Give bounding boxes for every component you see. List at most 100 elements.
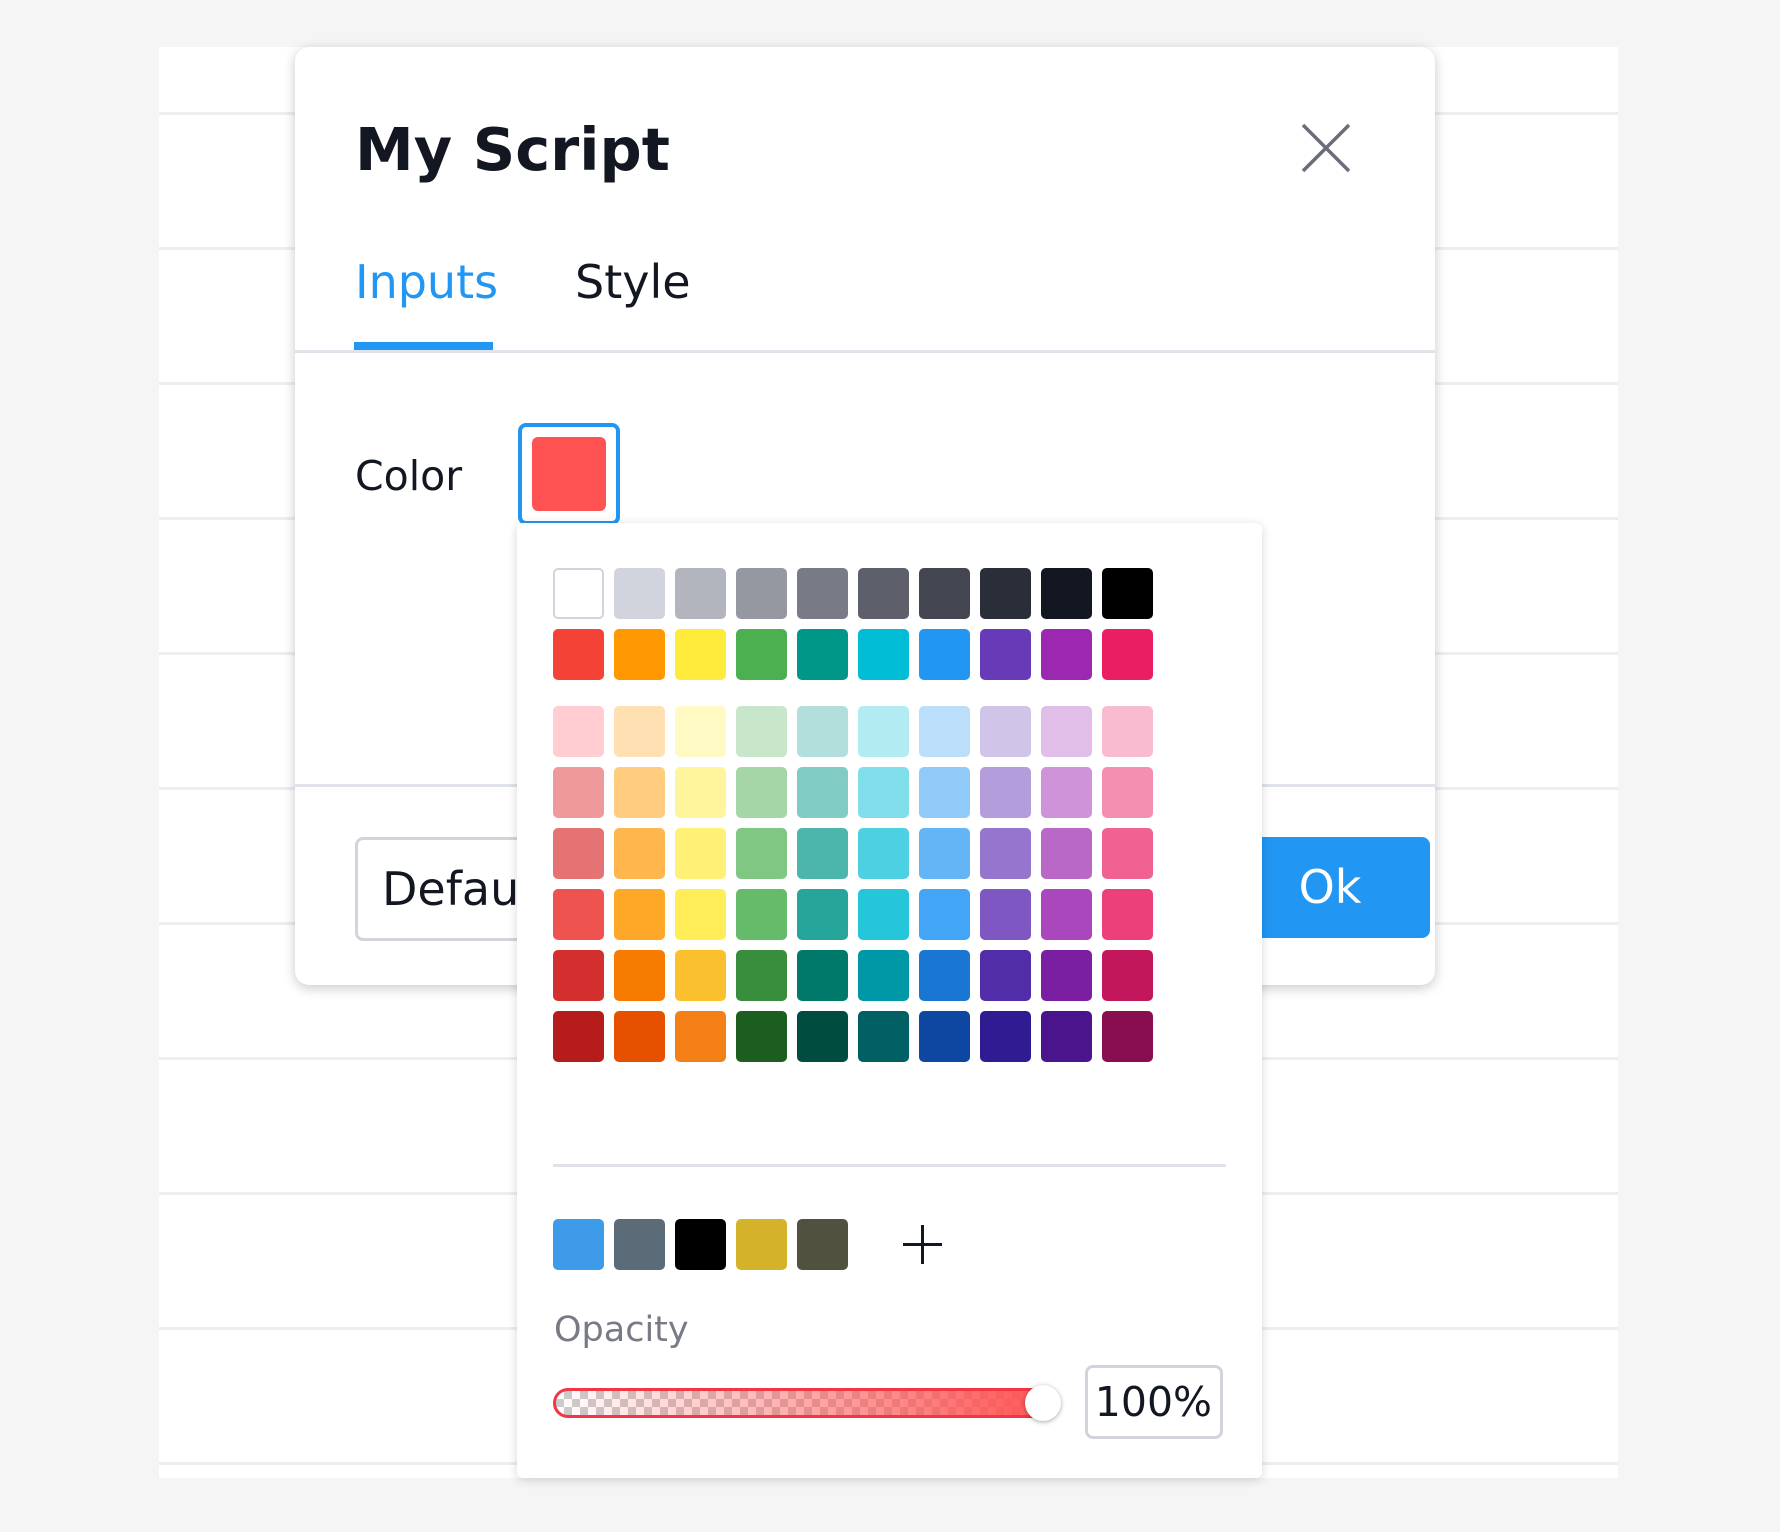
opacity-slider-thumb[interactable] xyxy=(1025,1385,1061,1421)
palette-swatch[interactable] xyxy=(675,767,726,818)
palette-swatch[interactable] xyxy=(553,568,604,619)
palette-swatch[interactable] xyxy=(614,568,665,619)
custom-color-swatch[interactable] xyxy=(797,1219,848,1270)
palette-swatch[interactable] xyxy=(553,950,604,1001)
palette-swatch[interactable] xyxy=(675,706,726,757)
custom-color-swatch[interactable] xyxy=(675,1219,726,1270)
palette-swatch[interactable] xyxy=(553,1011,604,1062)
palette-swatch[interactable] xyxy=(980,629,1031,680)
palette-swatch[interactable] xyxy=(675,950,726,1001)
palette-swatch[interactable] xyxy=(1102,828,1153,879)
palette-swatch[interactable] xyxy=(858,706,909,757)
palette-swatch[interactable] xyxy=(797,828,848,879)
palette-swatch[interactable] xyxy=(736,889,787,940)
palette-swatch[interactable] xyxy=(797,568,848,619)
palette-swatch[interactable] xyxy=(675,1011,726,1062)
palette-swatch[interactable] xyxy=(797,1011,848,1062)
palette-swatch[interactable] xyxy=(614,828,665,879)
palette-swatch[interactable] xyxy=(736,568,787,619)
custom-color-swatch[interactable] xyxy=(614,1219,665,1270)
palette-swatch[interactable] xyxy=(1041,889,1092,940)
color-label: Color xyxy=(355,452,463,500)
palette-swatch[interactable] xyxy=(614,889,665,940)
plus-icon[interactable] xyxy=(897,1219,948,1270)
palette-swatch[interactable] xyxy=(614,950,665,1001)
opacity-slider-fill xyxy=(556,1391,1056,1415)
palette-swatch[interactable] xyxy=(919,767,970,818)
dialog-title: My Script xyxy=(355,115,670,184)
palette-swatch[interactable] xyxy=(736,950,787,1001)
palette-swatch[interactable] xyxy=(858,828,909,879)
palette-swatch[interactable] xyxy=(919,629,970,680)
palette-swatch[interactable] xyxy=(980,568,1031,619)
palette-swatch[interactable] xyxy=(553,889,604,940)
palette-swatch[interactable] xyxy=(980,767,1031,818)
palette-swatch[interactable] xyxy=(1102,706,1153,757)
palette-swatch[interactable] xyxy=(797,889,848,940)
palette-swatch[interactable] xyxy=(675,889,726,940)
palette-swatch[interactable] xyxy=(980,828,1031,879)
color-picker-popup: Opacity 100% xyxy=(517,523,1262,1478)
palette-swatch[interactable] xyxy=(797,950,848,1001)
palette-swatch[interactable] xyxy=(1102,568,1153,619)
palette-swatch[interactable] xyxy=(736,828,787,879)
palette-swatch[interactable] xyxy=(858,1011,909,1062)
palette-swatch[interactable] xyxy=(919,568,970,619)
tabs-divider xyxy=(295,350,1435,353)
close-icon[interactable] xyxy=(1299,121,1353,175)
palette-swatch[interactable] xyxy=(797,767,848,818)
palette-swatch[interactable] xyxy=(1041,629,1092,680)
palette-swatch[interactable] xyxy=(980,950,1031,1001)
palette-swatch[interactable] xyxy=(858,629,909,680)
palette-swatch[interactable] xyxy=(1102,950,1153,1001)
palette-swatch[interactable] xyxy=(858,568,909,619)
palette-swatch[interactable] xyxy=(919,828,970,879)
palette-swatch[interactable] xyxy=(736,767,787,818)
palette-swatch[interactable] xyxy=(858,889,909,940)
palette-swatch[interactable] xyxy=(797,629,848,680)
custom-color-swatch[interactable] xyxy=(553,1219,604,1270)
palette-swatch[interactable] xyxy=(797,706,848,757)
palette-swatch[interactable] xyxy=(675,828,726,879)
palette-swatch[interactable] xyxy=(858,767,909,818)
tab-inputs[interactable]: Inputs xyxy=(355,255,498,309)
tab-style[interactable]: Style xyxy=(575,255,691,309)
picker-divider xyxy=(553,1164,1226,1167)
palette-swatch[interactable] xyxy=(1102,629,1153,680)
palette-swatch[interactable] xyxy=(736,1011,787,1062)
palette-swatch[interactable] xyxy=(980,706,1031,757)
palette-swatch[interactable] xyxy=(858,950,909,1001)
palette-swatch[interactable] xyxy=(919,950,970,1001)
palette-swatch[interactable] xyxy=(553,767,604,818)
palette-swatch[interactable] xyxy=(614,1011,665,1062)
palette-swatch[interactable] xyxy=(736,706,787,757)
palette-swatch[interactable] xyxy=(553,828,604,879)
palette-swatch[interactable] xyxy=(919,1011,970,1062)
palette-swatch[interactable] xyxy=(919,706,970,757)
custom-color-swatch[interactable] xyxy=(736,1219,787,1270)
palette-swatch[interactable] xyxy=(553,706,604,757)
palette-swatch[interactable] xyxy=(614,767,665,818)
palette-swatch[interactable] xyxy=(675,568,726,619)
palette-swatch[interactable] xyxy=(736,629,787,680)
color-swatch-button[interactable] xyxy=(518,423,620,525)
palette-swatch[interactable] xyxy=(980,1011,1031,1062)
palette-swatch[interactable] xyxy=(1041,706,1092,757)
palette-swatch[interactable] xyxy=(1041,767,1092,818)
palette-swatch[interactable] xyxy=(1102,1011,1153,1062)
palette-swatch[interactable] xyxy=(1041,1011,1092,1062)
palette-swatch[interactable] xyxy=(1102,889,1153,940)
palette-swatch[interactable] xyxy=(1041,950,1092,1001)
opacity-slider[interactable] xyxy=(553,1388,1059,1418)
palette-swatch[interactable] xyxy=(1041,828,1092,879)
palette-swatch[interactable] xyxy=(1041,568,1092,619)
palette-swatch[interactable] xyxy=(980,889,1031,940)
palette-swatch[interactable] xyxy=(919,889,970,940)
selected-color-fill xyxy=(532,437,606,511)
palette-swatch[interactable] xyxy=(614,706,665,757)
palette-swatch[interactable] xyxy=(553,629,604,680)
palette-swatch[interactable] xyxy=(1102,767,1153,818)
opacity-input[interactable]: 100% xyxy=(1085,1365,1223,1439)
palette-swatch[interactable] xyxy=(675,629,726,680)
palette-swatch[interactable] xyxy=(614,629,665,680)
